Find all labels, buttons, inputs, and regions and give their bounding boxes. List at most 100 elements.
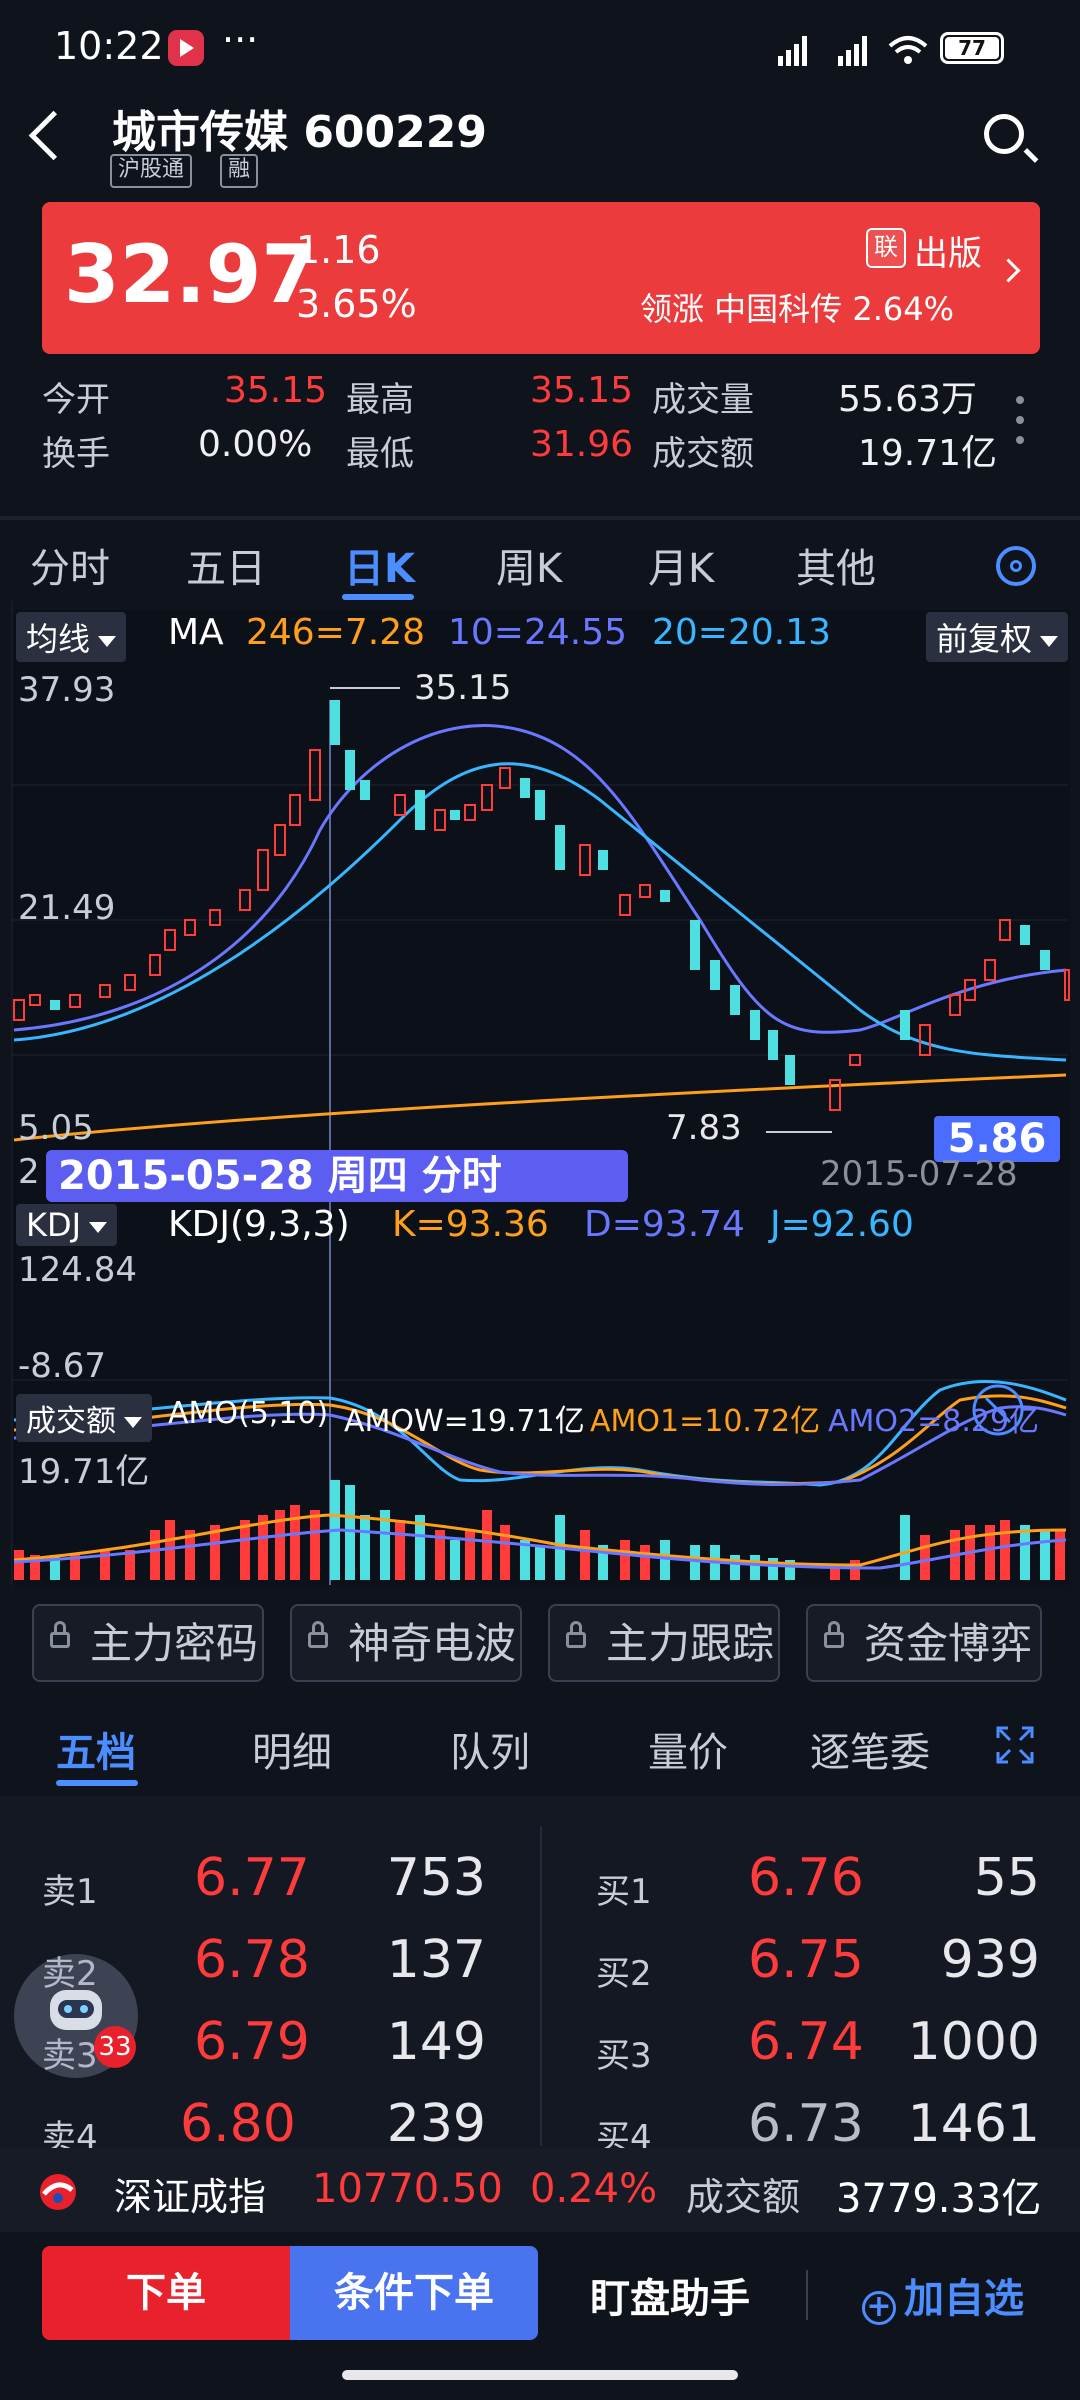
tab-monthly-k[interactable]: 月K [648, 536, 714, 594]
amo1-value: AMO1=10.72亿 [590, 1404, 821, 1439]
kdj-d: D=93.74 [584, 1204, 745, 1245]
battery-level: 77 [945, 37, 999, 59]
bid-price: 6.75 [748, 1930, 864, 1990]
watch-assistant-button[interactable]: 盯盘助手 [590, 2266, 750, 2324]
amount-dropdown-label: 成交额 [26, 1404, 116, 1439]
kdj-dropdown-label: KDJ [26, 1206, 82, 1244]
kdj-k: K=93.36 [392, 1204, 549, 1245]
ma246-line [13, 1073, 1067, 1142]
ask-price: 6.80 [180, 2094, 296, 2154]
more-notifications-icon: ··· [222, 18, 259, 62]
kdj-axis-top: 124.84 [18, 1250, 137, 1290]
notification-badge: 33 [94, 2026, 136, 2068]
back-button[interactable] [28, 110, 79, 161]
home-indicator[interactable] [342, 2370, 738, 2380]
tab-daily-k[interactable]: 日K [344, 536, 415, 594]
search-icon[interactable] [984, 114, 1024, 154]
place-order-button[interactable]: 下单 [42, 2246, 290, 2340]
end-date: 2015-07-28 [820, 1154, 1018, 1194]
szse-logo-icon [40, 2174, 76, 2210]
battery-icon: 77 [940, 32, 1004, 64]
axis-fragment: 2 [18, 1152, 40, 1192]
stat-value: 19.71亿 [858, 433, 998, 474]
bid-label: 买1 [596, 1872, 652, 1912]
kdj-j: J=92.60 [770, 1204, 914, 1245]
amow-value: AMOW=19.71亿 [344, 1404, 585, 1439]
tab-five-levels[interactable]: 五档 [56, 1720, 136, 1778]
ask-price: 6.78 [194, 1930, 310, 1990]
ask-qty: 149 [386, 2012, 486, 2072]
index-amount-label: 成交额 [686, 2175, 801, 2219]
bid-qty: 55 [973, 1848, 1040, 1908]
stat-value: 55.63万 [838, 379, 978, 420]
gear-icon[interactable] [996, 546, 1036, 586]
ask-qty: 239 [386, 2094, 486, 2154]
lock-icon [824, 1621, 844, 1648]
lock-icon [308, 1621, 328, 1648]
kdj-axis-bottom: -8.67 [18, 1346, 106, 1386]
bid-price: 6.76 [748, 1848, 864, 1908]
ask-qty: 753 [386, 1848, 486, 1908]
stat-label: 最低 [346, 434, 414, 474]
tool-button-capital-game[interactable]: 资金博弈 [806, 1604, 1042, 1682]
status-time: 10:22 [54, 24, 164, 68]
ask-price: 6.79 [194, 2012, 310, 2072]
bid-price: 6.74 [748, 2012, 864, 2072]
plus-circle-icon: + [862, 2291, 896, 2325]
tab-intraday[interactable]: 分时 [30, 536, 110, 594]
sector-leader[interactable]: 领涨 中国科传 2.64% [640, 284, 954, 330]
chevron-down-icon [89, 1221, 108, 1233]
bid-label: 买2 [596, 1954, 652, 1994]
tab-queue[interactable]: 队列 [450, 1720, 530, 1778]
tab-weekly-k[interactable]: 周K [496, 536, 562, 594]
conditional-order-button[interactable]: 条件下单 [290, 2246, 538, 2340]
tool-label: 主力密码 [90, 1619, 259, 1668]
index-ticker[interactable]: 深证成指 10770.50 0.24% 成交额 3779.33亿 [0, 2148, 1080, 2232]
kdj-dropdown[interactable]: KDJ [16, 1204, 118, 1246]
stat-value: 31.96 [530, 424, 634, 465]
tab-tick-orders[interactable]: 逐笔委 [810, 1720, 950, 1778]
quote-stats: 今开 35.15 最高 35.15 成交量 55.63万 换手 0.00% 最低… [0, 360, 1080, 510]
ask-qty: 137 [386, 1930, 486, 1990]
ask-price: 6.77 [194, 1848, 310, 1908]
tab-detail[interactable]: 明细 [252, 1720, 332, 1778]
stat-value: 0.00% [198, 424, 313, 465]
stat-value: 35.15 [224, 370, 328, 411]
bid-label: 买3 [596, 2036, 652, 2076]
stock-title: 城市传媒 600229 [112, 107, 488, 158]
price-change-pct: 3.65% [296, 282, 417, 326]
bid-qty: 1461 [907, 2094, 1040, 2154]
stat-label: 成交量 [652, 380, 754, 420]
add-watchlist-button[interactable]: + 加自选 [862, 2266, 1024, 2325]
index-amount: 3779.33亿 [836, 2176, 1042, 2222]
app-notification-icon [168, 30, 204, 66]
tab-five-day[interactable]: 五日 [186, 536, 266, 594]
more-stats-icon[interactable] [1010, 390, 1030, 460]
tab-volume-price[interactable]: 量价 [648, 1720, 728, 1778]
last-price: 32.97 [64, 228, 318, 321]
index-name: 深证成指 [114, 2175, 267, 2219]
axis-mid: 21.49 [18, 888, 116, 928]
divider [0, 516, 1080, 520]
low-label: 7.83 [666, 1108, 742, 1148]
order-book: 卖1 6.77 753 卖2 6.78 137 卖3 6.79 149 卖4 6… [0, 1796, 1080, 2158]
index-change-pct: 0.24% [530, 2166, 658, 2212]
tool-button-main-tracking[interactable]: 主力跟踪 [548, 1604, 780, 1682]
tool-label: 资金博弈 [864, 1619, 1033, 1668]
kdj-params: KDJ(9,3,3) [168, 1204, 350, 1245]
ma10-line [13, 724, 1067, 1034]
tab-other[interactable]: 其他 [796, 536, 876, 594]
lock-icon [566, 1621, 586, 1648]
bid-qty: 939 [940, 1930, 1040, 1990]
tool-button-magic-wave[interactable]: 神奇电波 [290, 1604, 522, 1682]
stat-label: 换手 [42, 434, 110, 474]
selected-date-bar[interactable]: 2015-05-28 周四 分时 [46, 1150, 628, 1202]
sector-label[interactable]: 出版 [914, 226, 982, 275]
expand-icon[interactable] [996, 1726, 1034, 1764]
ask-label: 卖1 [42, 1872, 98, 1912]
amount-dropdown[interactable]: 成交额 [16, 1394, 152, 1442]
lock-icon [50, 1621, 70, 1648]
tool-button-main-code[interactable]: 主力密码 [32, 1604, 264, 1682]
active-tab-indicator [56, 1780, 138, 1786]
status-bar: 10:22 ··· 77 [0, 0, 1080, 96]
